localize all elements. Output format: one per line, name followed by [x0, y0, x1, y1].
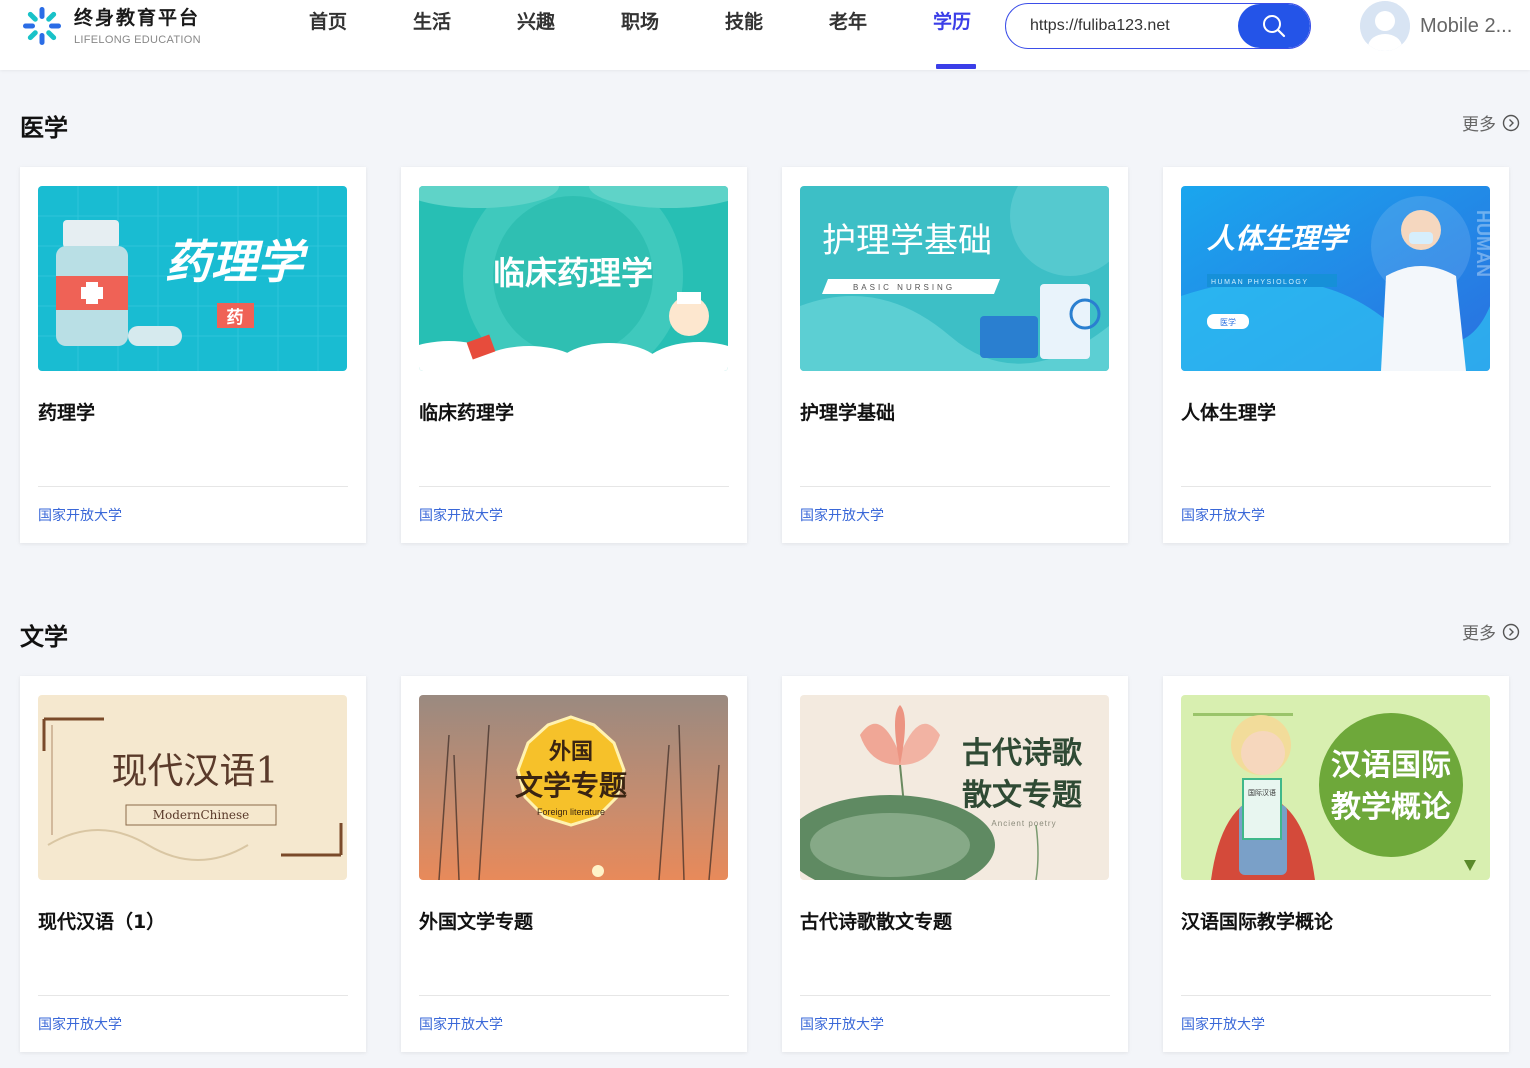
course-title: 临床药理学: [419, 402, 515, 424]
course-source[interactable]: 国家开放大学: [1181, 505, 1265, 525]
banner-line1: 古代诗歌: [962, 736, 1083, 771]
course-source[interactable]: 国家开放大学: [419, 1014, 503, 1034]
course-thumbnail: 古代诗歌 散文专题 Ancient poetry: [800, 695, 1109, 880]
course-card[interactable]: BASIC NURSING 护理学基础 护理学基础 国家开放大学: [782, 167, 1128, 543]
banner-line2: 散文专题: [962, 778, 1082, 813]
search-button[interactable]: [1238, 4, 1310, 48]
course-card[interactable]: 人体生理学 HUMAN PHYSIOLOGY 医学 HUMAN 人体生理学 国家…: [1163, 167, 1509, 543]
nav-skills[interactable]: 技能: [692, 0, 796, 70]
course-source[interactable]: 国家开放大学: [419, 505, 503, 525]
card-divider: [419, 486, 729, 487]
user-name[interactable]: Mobile 2...: [1420, 15, 1512, 38]
search-input[interactable]: [1030, 4, 1230, 48]
course-title: 药理学: [38, 402, 96, 424]
banner-text: 护理学基础: [822, 221, 992, 261]
banner-side-text: HUMAN: [1473, 210, 1490, 277]
course-title: 现代汉语（1）: [38, 911, 166, 933]
banner-subtitle: HUMAN PHYSIOLOGY: [1211, 279, 1309, 286]
card-divider: [800, 995, 1110, 996]
banner-tag: 药: [227, 307, 244, 328]
site-logo[interactable]: 终身教育平台 LIFELONG EDUCATION: [20, 4, 201, 48]
nav-home[interactable]: 首页: [276, 0, 380, 70]
top-header: 终身教育平台 LIFELONG EDUCATION 首页 生活 兴趣 职场 技能…: [0, 0, 1530, 70]
avatar[interactable]: [1360, 1, 1410, 51]
course-thumbnail: 国际汉语 汉语国际 教学概论: [1181, 695, 1490, 880]
banner-line1: 外国: [549, 739, 593, 765]
banner-subtitle: ModernChinese: [153, 808, 250, 822]
card-divider: [38, 486, 348, 487]
logo-icon: [20, 4, 64, 48]
course-thumbnail: 外国 文学专题 Foreign literature: [419, 695, 728, 880]
course-title: 古代诗歌散文专题: [800, 911, 953, 933]
more-label: 更多: [1462, 115, 1496, 135]
user-menu[interactable]: Mobile 2...: [1360, 0, 1512, 52]
main-nav: 首页 生活 兴趣 职场 技能 老年 学历: [276, 0, 1004, 70]
more-link-medicine[interactable]: 更多: [1462, 110, 1520, 135]
chevron-right-circle-icon: [1502, 623, 1520, 640]
nav-life[interactable]: 生活: [380, 0, 484, 70]
course-thumbnail: BASIC NURSING 护理学基础: [800, 186, 1109, 371]
card-divider: [419, 995, 729, 996]
search-box: [1005, 3, 1311, 49]
banner-line1: 汉语国际: [1331, 748, 1451, 783]
chevron-right-circle-icon: [1502, 114, 1520, 131]
course-card[interactable]: 古代诗歌 散文专题 Ancient poetry 古代诗歌散文专题 国家开放大学: [782, 676, 1128, 1052]
banner-text: 现代汉语1: [112, 751, 279, 792]
section-title-literature: 文学: [20, 623, 68, 651]
section-title-medicine: 医学: [20, 114, 68, 142]
course-title: 人体生理学: [1181, 402, 1277, 424]
banner-text: 临床药理学: [493, 254, 653, 292]
card-divider: [1181, 486, 1491, 487]
course-source[interactable]: 国家开放大学: [1181, 1014, 1265, 1034]
course-card[interactable]: 现代汉语1 ModernChinese 现代汉语（1） 国家开放大学: [20, 676, 366, 1052]
search-icon: [1263, 15, 1286, 38]
logo-title: 终身教育平台: [74, 6, 201, 29]
card-divider: [1181, 995, 1491, 996]
banner-tag: 医学: [1220, 317, 1236, 327]
banner-subtitle: Foreign literature: [537, 807, 605, 817]
course-title: 外国文学专题: [419, 911, 534, 933]
course-thumbnail: 药理学 药: [38, 186, 347, 371]
nav-interest[interactable]: 兴趣: [484, 0, 588, 70]
course-thumbnail: 现代汉语1 ModernChinese: [38, 695, 347, 880]
card-divider: [38, 995, 348, 996]
course-thumbnail: 人体生理学 HUMAN PHYSIOLOGY 医学 HUMAN: [1181, 186, 1490, 371]
banner-line2: 教学概论: [1331, 790, 1452, 825]
course-source[interactable]: 国家开放大学: [38, 505, 122, 525]
course-source[interactable]: 国家开放大学: [800, 505, 884, 525]
course-source[interactable]: 国家开放大学: [38, 1014, 122, 1034]
course-card[interactable]: 药理学 药 药理学 国家开放大学: [20, 167, 366, 543]
nav-workplace[interactable]: 职场: [588, 0, 692, 70]
course-title: 护理学基础: [800, 402, 896, 424]
course-title: 汉语国际教学概论: [1181, 911, 1334, 933]
banner-line2: 文学专题: [515, 769, 627, 802]
banner-subtitle: BASIC NURSING: [853, 283, 955, 292]
logo-subtitle: LIFELONG EDUCATION: [74, 33, 201, 46]
banner-text: 药理学: [165, 235, 309, 289]
course-card[interactable]: 临床药理学 临床药理学 国家开放大学: [401, 167, 747, 543]
course-source[interactable]: 国家开放大学: [800, 1014, 884, 1034]
banner-tag: 国际汉语: [1248, 788, 1276, 797]
course-card[interactable]: 外国 文学专题 Foreign literature 外国文学专题 国家开放大学: [401, 676, 747, 1052]
more-label: 更多: [1462, 624, 1496, 644]
course-thumbnail: 临床药理学: [419, 186, 728, 371]
card-divider: [800, 486, 1110, 487]
nav-degree[interactable]: 学历: [900, 0, 1004, 70]
course-card[interactable]: 国际汉语 汉语国际 教学概论 汉语国际教学概论 国家开放大学: [1163, 676, 1509, 1052]
banner-text: 人体生理学: [1207, 222, 1351, 255]
more-link-literature[interactable]: 更多: [1462, 619, 1520, 644]
banner-subtitle: Ancient poetry: [991, 819, 1056, 828]
nav-elderly[interactable]: 老年: [796, 0, 900, 70]
